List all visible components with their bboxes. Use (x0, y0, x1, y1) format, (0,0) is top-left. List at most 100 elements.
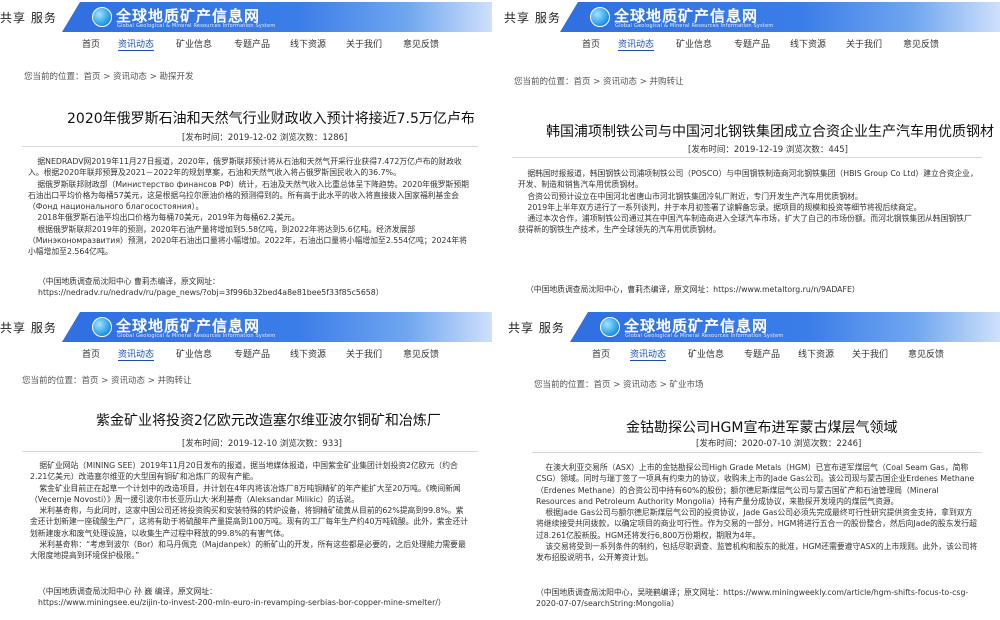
nav-offline-resources[interactable]: 线下资源 (290, 347, 326, 360)
globe-logo-icon (600, 317, 620, 337)
site-header: 共享 服务 全球地质矿产信息网 Global Geological & Mine… (0, 0, 500, 36)
source-link[interactable]: https://www.miningsee.eu/zijin-to-invest… (38, 597, 478, 608)
nav-mining-info[interactable]: 矿业信息 (176, 37, 212, 50)
share-service-label: 共享 服务 (504, 11, 561, 25)
site-banner[interactable]: 全球地质矿产信息网 Global Geological & Mineral Re… (570, 312, 1000, 342)
nav-news[interactable]: 资讯动态 (618, 37, 655, 51)
source-credit: （中国地质调查局沈阳中心，曹莉杰编译，原文网址：https://www.meta… (526, 285, 860, 294)
title-divider (512, 157, 982, 158)
paragraph: 米利基奇称，与此同时，这家中国公司还将投资购买和安装特殊的转炉设备，将铜精矿硫黄… (30, 506, 469, 538)
nav-about[interactable]: 关于我们 (852, 347, 888, 360)
share-service-label: 共享 服务 (0, 11, 57, 25)
site-logo-subtitle: Global Geological & Mineral Resources In… (625, 333, 784, 339)
article-panel-2: 共享 服务 全球地质矿产信息网 Global Geological & Mine… (500, 0, 1000, 310)
nav-offline-resources[interactable]: 线下资源 (790, 37, 826, 50)
nav-offline-resources[interactable]: 线下资源 (798, 347, 834, 360)
article-body: 据韩国时报报道，韩国钢铁公司浦项制铁公司（POSCO）与中国钢铁制造商河北钢铁集… (518, 168, 978, 236)
paragraph: 紫金矿业目前正在起草一个计划中的改造项目，并计划在4年内将该冶炼厂8万吨铜精矿的… (30, 483, 461, 504)
nav-products[interactable]: 专题产品 (234, 37, 270, 50)
article-panel-4: 共享 服务 全球地质矿产信息网 Global Geological & Mine… (500, 310, 1000, 620)
globe-logo-icon (590, 7, 610, 27)
article-source: （中国地质调查局沈阳中心 曹莉杰编译，原文网址： https://nedradv… (38, 276, 478, 299)
article-source: （中国地质调查局沈阳中心，吴晓鹤编译；原文网址：https://www.mini… (536, 587, 976, 610)
source-credit: （中国地质调查局沈阳中心，吴晓鹤编译；原文网址：https://www.mini… (536, 588, 969, 609)
title-divider (532, 452, 982, 453)
article-source: （中国地质调查局沈阳中心，曹莉杰编译，原文网址：https://www.meta… (526, 284, 986, 295)
breadcrumb: 您当前的位置：首页 > 资讯动态 > 勘探开发 (24, 72, 194, 82)
nav-feedback[interactable]: 意见反馈 (403, 37, 439, 50)
paragraph: 2018年俄罗斯石油平均出口价格为每桶70美元，2019年为每桶62.2美元。 (37, 213, 300, 223)
article-meta: [发布时间：2019-12-02 浏览次数：1286] (182, 133, 348, 143)
globe-logo-icon (92, 7, 112, 27)
article-panel-3: 共享 服务 全球地质矿产信息网 Global Geological & Mine… (0, 310, 500, 620)
site-header: 共享 服务 全球地质矿产信息网 Global Geological & Mine… (0, 310, 500, 346)
nav-home[interactable]: 首页 (82, 347, 100, 360)
article-title: 紫金矿业将投资2亿欧元改造塞尔维亚波尔铜矿和冶炼厂 (96, 413, 441, 429)
nav-about[interactable]: 关于我们 (346, 347, 382, 360)
title-divider (22, 451, 478, 452)
article-title: 韩国浦项制铁公司与中国河北钢铁集团成立合资企业生产汽车用优质钢材 (546, 124, 994, 140)
main-nav: 首页 资讯动态 矿业信息 专题产品 线下资源 关于我们 意见反馈 (0, 36, 500, 51)
article-body: 据NEDRADV网2019年11月27日报道，2020年，俄罗斯联邦预计将从石油… (28, 156, 470, 258)
nav-feedback[interactable]: 意见反馈 (403, 347, 439, 360)
site-banner[interactable]: 全球地质矿产信息网 Global Geological & Mineral Re… (560, 2, 1000, 32)
paragraph: 据俄罗斯联邦财政部（Министерство финансов РФ）统计，石油… (28, 179, 469, 212)
nav-about[interactable]: 关于我们 (346, 37, 382, 50)
article-body: 据矿业网站（MINING SEE）2019年11月20日发布的报道，据当地媒体报… (30, 460, 470, 562)
site-header: 共享 服务 全球地质矿产信息网 Global Geological & Mine… (500, 310, 1000, 346)
globe-logo-icon (92, 317, 112, 337)
paragraph: 据韩国时报报道，韩国钢铁公司浦项制铁公司（POSCO）与中国钢铁制造商河北钢铁集… (518, 169, 978, 190)
paragraph: 根据俄罗斯联邦2019年的预测，2020年石油产量将增加到5.58亿吨，到202… (28, 224, 467, 257)
article-meta: [发布时间：2019-12-10 浏览次数：933] (182, 439, 342, 449)
site-header: 共享 服务 全球地质矿产信息网 Global Geological & Mine… (500, 0, 1000, 36)
source-link[interactable]: https://nedradv.ru/nedradv/ru/page_news/… (38, 287, 478, 298)
paragraph: 据矿业网站（MINING SEE）2019年11月20日发布的报道，据当地媒体报… (30, 461, 458, 482)
nav-news[interactable]: 资讯动态 (118, 347, 155, 361)
article-body: 在澳大利亚交易所（ASX）上市的金钴勘探公司High Grade Metals（… (536, 462, 980, 564)
paragraph: 2019年上半年双方进行了一系列谈判，并于本月初签署了谅解备忘录。据项目的规模和… (527, 202, 922, 212)
nav-home[interactable]: 首页 (82, 37, 100, 50)
article-source: （中国地质调查局沈阳中心 孙 巍 编译，原文网址： https://www.mi… (38, 586, 478, 609)
title-divider (22, 146, 478, 147)
nav-mining-info[interactable]: 矿业信息 (176, 347, 212, 360)
nav-news[interactable]: 资讯动态 (630, 347, 667, 361)
site-banner[interactable]: 全球地质矿产信息网 Global Geological & Mineral Re… (62, 2, 492, 32)
site-logo-subtitle: Global Geological & Mineral Resources In… (117, 23, 276, 29)
article-panel-1: 共享 服务 全球地质矿产信息网 Global Geological & Mine… (0, 0, 500, 310)
paragraph: 合资公司预计设立在中国河北省唐山市河北钢铁集团冷轧厂附近，专门开发生产汽车用优质… (527, 191, 863, 201)
nav-products[interactable]: 专题产品 (234, 347, 270, 360)
nav-products[interactable]: 专题产品 (734, 37, 770, 50)
paragraph: 在澳大利亚交易所（ASX）上市的金钴勘探公司High Grade Metals（… (536, 463, 975, 506)
nav-offline-resources[interactable]: 线下资源 (290, 37, 326, 50)
share-service-label: 共享 服务 (0, 321, 57, 335)
article-title: 金钴勘探公司HGM宣布进军蒙古煤层气领域 (626, 420, 898, 436)
site-logo-subtitle: Global Geological & Mineral Resources In… (117, 333, 276, 339)
nav-mining-info[interactable]: 矿业信息 (688, 347, 724, 360)
article-title: 2020年俄罗斯石油和天然气行业财政收入预计将接近7.5万亿卢布 (67, 111, 475, 127)
paragraph: 米利基奇称：“考虑到波尔（Bor）和马丹佩克（Majdanpek）的新矿山的开发… (30, 540, 466, 561)
paragraph: 据NEDRADV网2019年11月27日报道，2020年，俄罗斯联邦预计将从石油… (28, 157, 462, 178)
paragraph: 该交易将受到一系列条件的制约，包括尽职调查、监管机构和股东的批准，HGM还需要遵… (536, 542, 978, 563)
source-credit: （中国地质调查局沈阳中心 曹莉杰编译，原文网址： (38, 277, 220, 286)
share-service-label: 共享 服务 (508, 321, 565, 335)
article-meta: [发布时间：2019-12-19 浏览次数：445] (688, 145, 848, 155)
breadcrumb: 您当前的位置：首页 > 资讯动态 > 并购转让 (22, 376, 192, 386)
site-banner[interactable]: 全球地质矿产信息网 Global Geological & Mineral Re… (62, 312, 492, 342)
article-meta: [发布时间：2020-07-10 浏览次数：2246] (696, 439, 862, 449)
site-logo-subtitle: Global Geological & Mineral Resources In… (615, 23, 774, 29)
nav-products[interactable]: 专题产品 (744, 347, 780, 360)
main-nav: 首页 资讯动态 矿业信息 专题产品 线下资源 关于我们 意见反馈 (500, 346, 1000, 361)
nav-feedback[interactable]: 意见反馈 (903, 37, 939, 50)
nav-home[interactable]: 首页 (592, 347, 610, 360)
breadcrumb: 您当前的位置：首页 > 资讯动态 > 矿业市场 (534, 380, 704, 390)
nav-about[interactable]: 关于我们 (846, 37, 882, 50)
nav-home[interactable]: 首页 (582, 37, 600, 50)
paragraph: 通过本次合作，浦项制铁公司通过其在中国汽车制造商进入全球汽车市场，扩大了自己的市… (518, 214, 972, 235)
main-nav: 首页 资讯动态 矿业信息 专题产品 线下资源 关于我们 意见反馈 (0, 346, 500, 361)
source-credit: （中国地质调查局沈阳中心 孙 巍 编译，原文网址： (38, 587, 217, 596)
main-nav: 首页 资讯动态 矿业信息 专题产品 线下资源 关于我们 意见反馈 (500, 36, 1000, 51)
nav-news[interactable]: 资讯动态 (118, 37, 155, 51)
breadcrumb: 您当前的位置：首页 > 资讯动态 > 并购转让 (514, 77, 684, 87)
nav-mining-info[interactable]: 矿业信息 (676, 37, 712, 50)
nav-feedback[interactable]: 意见反馈 (908, 347, 944, 360)
